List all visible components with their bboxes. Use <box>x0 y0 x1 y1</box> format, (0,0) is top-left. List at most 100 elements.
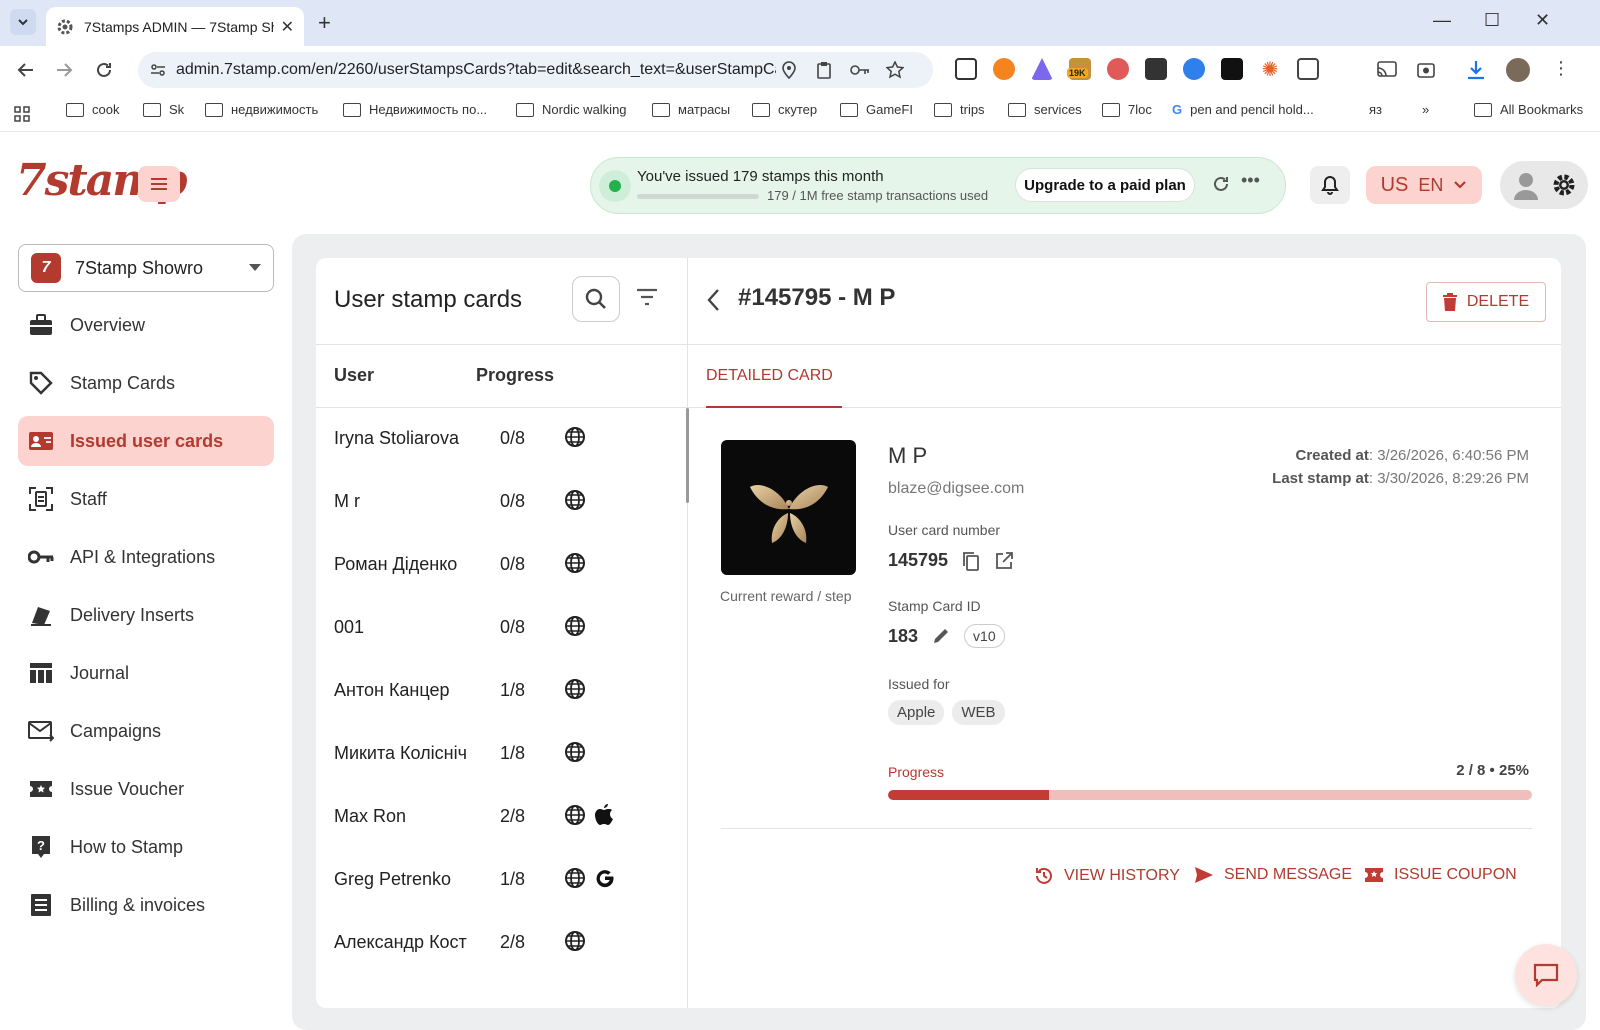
bookmark-folder[interactable]: GameFI <box>840 102 913 117</box>
bookmark-folder[interactable]: Недвижимость по... <box>343 102 487 117</box>
profile-menu[interactable] <box>1500 161 1588 209</box>
filter-icon[interactable] <box>636 288 658 306</box>
search-button[interactable] <box>572 276 620 322</box>
sidebar-item-how-to-stamp[interactable]: ? How to Stamp <box>18 822 274 872</box>
metamask-fox-icon[interactable] <box>993 58 1015 80</box>
table-row[interactable]: Антон Канцер 1/8 <box>316 660 688 723</box>
sidebar-item-delivery-inserts[interactable]: Delivery Inserts <box>18 590 274 640</box>
table-row[interactable]: Max Ron 2/8 <box>316 786 688 849</box>
view-history-button[interactable]: VIEW HISTORY <box>1034 866 1180 886</box>
spark-extension-icon[interactable]: ✺ <box>1259 58 1281 81</box>
cast-icon[interactable] <box>1376 60 1398 80</box>
upgrade-button[interactable]: Upgrade to a paid plan <box>1015 168 1195 202</box>
bookmark-folder[interactable]: матрасы <box>652 102 730 117</box>
tag-extension-icon[interactable] <box>1183 58 1205 80</box>
sidebar-item-campaigns[interactable]: Campaigns <box>18 706 274 756</box>
bookmark-folder[interactable]: Sk <box>143 102 184 117</box>
sidebar-item-stamp-cards[interactable]: Stamp Cards <box>18 358 274 408</box>
tab-search-button[interactable] <box>10 9 36 35</box>
notifications-button[interactable] <box>1310 166 1350 204</box>
bookmark-link[interactable]: яз <box>1369 102 1382 117</box>
bookmark-folder[interactable]: скутер <box>752 102 817 117</box>
table-row[interactable]: Роман Діденко 0/8 <box>316 534 688 597</box>
sidebar-item-label: Issue Voucher <box>70 778 185 799</box>
extensions-bar: 19K ✺ <box>955 58 1319 81</box>
clipboard-icon[interactable] <box>816 61 832 79</box>
sidebar-item-billing[interactable]: Billing & invoices <box>18 880 274 930</box>
copy-icon[interactable] <box>962 551 980 571</box>
location-icon[interactable] <box>781 61 797 79</box>
new-tab-button[interactable]: + <box>318 10 331 36</box>
browser-menu-icon[interactable]: ⋮ <box>1552 58 1570 79</box>
address-bar[interactable]: admin.7stamp.com/en/2260/userStampsCards… <box>138 52 933 88</box>
list-header: User Progress <box>316 344 688 408</box>
delete-button[interactable]: DELETE <box>1426 282 1546 322</box>
column-header-progress[interactable]: Progress <box>476 365 554 386</box>
screenshot-icon[interactable] <box>1416 60 1436 80</box>
sidebar-item-overview[interactable]: Overview <box>18 300 274 350</box>
more-bookmarks-button[interactable]: » <box>1422 102 1429 117</box>
minimize-button[interactable]: — <box>1433 10 1451 31</box>
maximize-button[interactable]: ☐ <box>1484 10 1500 31</box>
browser-tab[interactable]: 7Stamps ADMIN — 7Stamp Showroom ✕ <box>46 7 304 46</box>
table-row[interactable]: Iryna Stoliarova 0/8 <box>316 408 688 471</box>
download-icon[interactable] <box>1466 59 1486 81</box>
card-number-label: User card number <box>888 522 1001 538</box>
divider <box>721 828 1532 829</box>
forward-button[interactable] <box>52 58 76 82</box>
sidebar-item-issued-user-cards[interactable]: Issued user cards <box>18 416 274 466</box>
badge-extension-icon[interactable]: 19K <box>1067 58 1091 80</box>
apps-grid-icon[interactable] <box>14 106 30 122</box>
send-message-button[interactable]: SEND MESSAGE <box>1194 866 1352 884</box>
table-row[interactable]: Александр Кост 2/8 <box>316 912 688 975</box>
sidebar-item-journal[interactable]: Journal <box>18 648 274 698</box>
sidebar-item-api[interactable]: API & Integrations <box>18 532 274 582</box>
all-bookmarks-folder[interactable]: All Bookmarks <box>1474 102 1583 117</box>
bookmark-star-icon[interactable] <box>886 61 904 79</box>
language-selector[interactable]: US EN <box>1366 166 1482 204</box>
bookmark-label: trips <box>960 102 985 117</box>
bookmark-link[interactable]: Gpen and pencil hold... <box>1172 102 1314 117</box>
open-external-icon[interactable] <box>994 551 1014 571</box>
card-number-value: 145795 <box>888 550 949 570</box>
qr-scan-extension-icon[interactable] <box>1145 58 1167 80</box>
sidebar-item-staff[interactable]: Staff <box>18 474 274 524</box>
qr-extension-icon[interactable] <box>955 58 977 80</box>
issue-coupon-button[interactable]: ISSUE COUPON <box>1364 866 1517 884</box>
puzzle-x-extension-icon[interactable] <box>1107 58 1129 80</box>
menu-toggle-button[interactable] <box>138 166 180 202</box>
account-selector[interactable]: 7 7Stamp Showro <box>18 244 274 292</box>
table-row[interactable]: Микита Колісніч 1/8 <box>316 723 688 786</box>
password-key-icon[interactable] <box>850 63 870 77</box>
sync-extension-icon[interactable] <box>1221 58 1243 80</box>
refresh-icon[interactable] <box>1211 174 1231 194</box>
back-chevron-icon[interactable] <box>706 288 720 312</box>
bookmark-folder[interactable]: недвижимость <box>205 102 318 117</box>
row-user-name: Greg Petrenko <box>334 869 452 889</box>
bookmark-folder[interactable]: Nordic walking <box>516 102 627 117</box>
table-row[interactable]: Greg Petrenko 1/8 <box>316 849 688 912</box>
extensions-puzzle-icon[interactable] <box>1297 58 1319 80</box>
table-row[interactable]: 001 0/8 <box>316 597 688 660</box>
close-window-button[interactable]: ✕ <box>1535 10 1550 31</box>
close-tab-icon[interactable]: ✕ <box>281 17 294 37</box>
back-button[interactable] <box>14 58 38 82</box>
reload-button[interactable] <box>92 58 116 82</box>
more-options-icon[interactable]: ••• <box>1241 170 1260 191</box>
apple-icon <box>595 804 613 825</box>
crystal-extension-icon[interactable] <box>1031 58 1053 80</box>
pencil-icon[interactable] <box>932 627 950 645</box>
bookmark-folder[interactable]: trips <box>934 102 985 117</box>
table-row[interactable]: M r 0/8 <box>316 471 688 534</box>
column-header-user[interactable]: User <box>334 365 374 386</box>
bookmark-folder[interactable]: services <box>1008 102 1082 117</box>
tab-detailed-card[interactable]: DETAILED CARD <box>706 345 842 408</box>
settings-gear-icon[interactable] <box>1551 172 1577 198</box>
tag-icon <box>28 370 54 396</box>
bookmark-folder[interactable]: cook <box>66 102 119 117</box>
bookmark-folder[interactable]: 7loc <box>1102 102 1152 117</box>
issued-for-chip: WEB <box>952 700 1005 725</box>
profile-avatar[interactable] <box>1506 58 1530 82</box>
sidebar-item-issue-voucher[interactable]: Issue Voucher <box>18 764 274 814</box>
chat-button[interactable] <box>1515 944 1577 1006</box>
